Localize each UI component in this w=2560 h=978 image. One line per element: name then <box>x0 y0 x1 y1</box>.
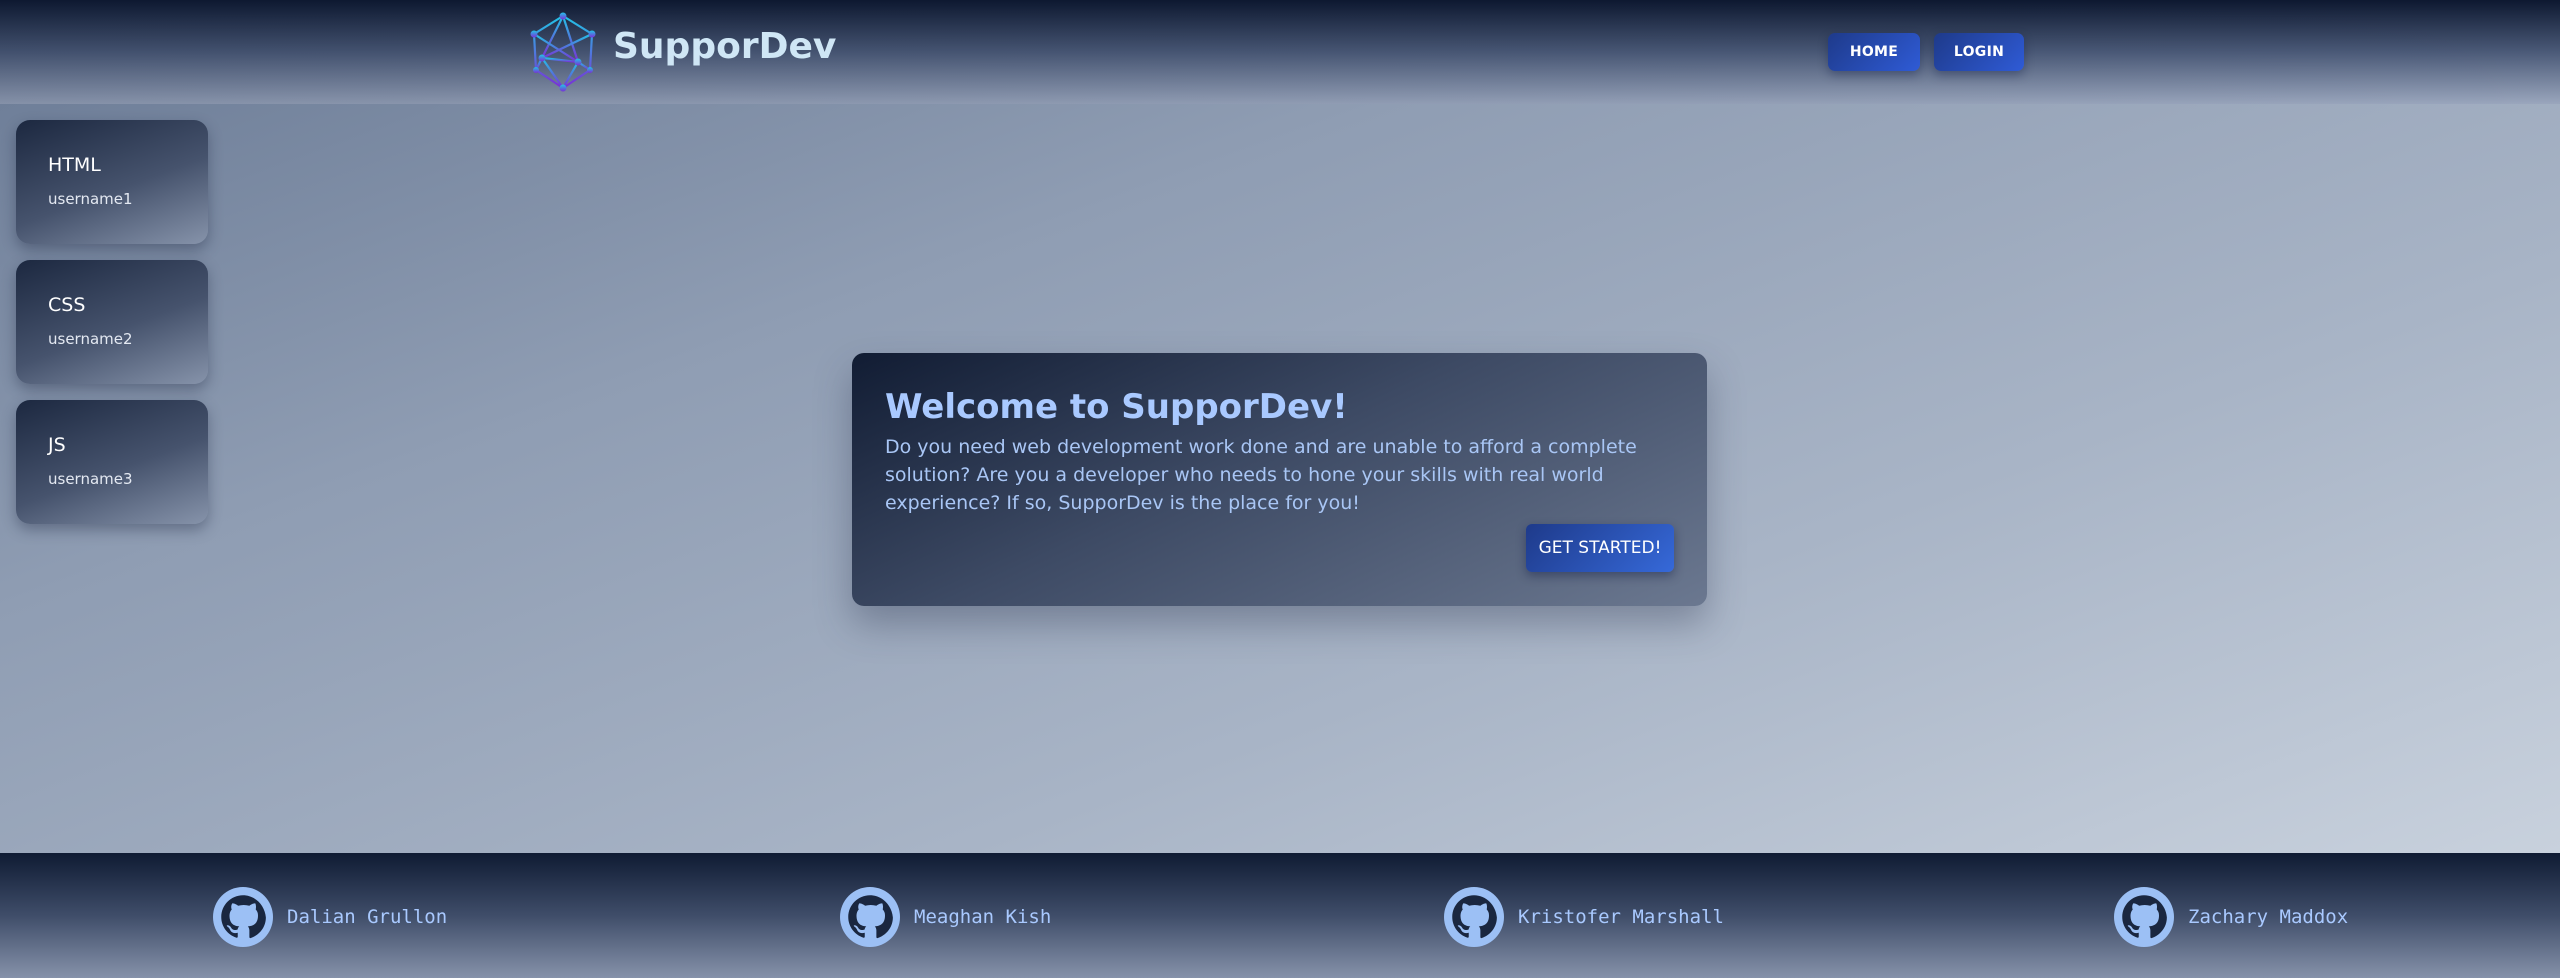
site-footer: Dalian Grullon Meaghan Kish Kristofer Ma… <box>0 853 2560 978</box>
credit-name: Kristofer Marshall <box>1518 906 1724 928</box>
card-username: username1 <box>48 190 133 208</box>
card-title: JS <box>48 434 66 456</box>
polyhedron-network-logo-icon[interactable] <box>528 12 598 92</box>
github-icon <box>213 887 273 947</box>
sidebar-item-css[interactable]: CSS username2 <box>16 260 208 384</box>
card-username: username3 <box>48 470 133 488</box>
credit-name: Meaghan Kish <box>914 906 1052 928</box>
sidebar-item-html[interactable]: HTML username1 <box>16 120 208 244</box>
welcome-title: Welcome to SupporDev! <box>885 387 1348 427</box>
login-button[interactable]: LOGIN <box>1934 33 2024 71</box>
credit-link-kristofer-marshall[interactable]: Kristofer Marshall <box>1444 887 1724 947</box>
github-icon <box>1444 887 1504 947</box>
card-title: HTML <box>48 154 101 176</box>
credit-name: Dalian Grullon <box>287 906 448 928</box>
brand-name[interactable]: SupporDev <box>613 26 836 67</box>
card-username: username2 <box>48 330 133 348</box>
card-title: CSS <box>48 294 86 316</box>
welcome-panel: Welcome to SupporDev! Do you need web de… <box>852 353 1707 606</box>
credit-name: Zachary Maddox <box>2188 906 2349 928</box>
home-button[interactable]: HOME <box>1828 33 1920 71</box>
main-content: HTML username1 CSS username2 JS username… <box>0 104 2560 853</box>
get-started-button[interactable]: GET STARTED! <box>1526 524 1674 572</box>
github-icon <box>2114 887 2174 947</box>
credit-link-zachary-maddox[interactable]: Zachary Maddox <box>2114 887 2348 947</box>
credit-link-meaghan-kish[interactable]: Meaghan Kish <box>840 887 1051 947</box>
credit-link-dalian-grullon[interactable]: Dalian Grullon <box>213 887 447 947</box>
sidebar-item-js[interactable]: JS username3 <box>16 400 208 524</box>
site-header: SupporDev HOME LOGIN <box>0 0 2560 104</box>
github-icon <box>840 887 900 947</box>
welcome-description: Do you need web development work done an… <box>885 436 1637 514</box>
